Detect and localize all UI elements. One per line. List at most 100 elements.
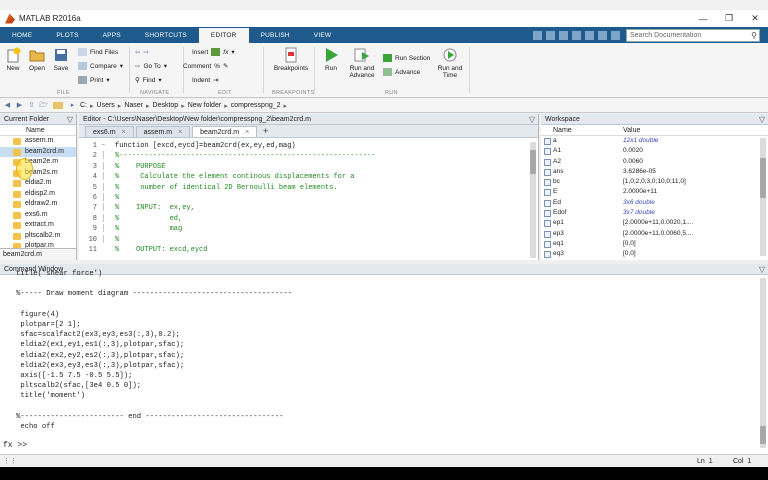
fold-gutter-icon[interactable]: │ xyxy=(101,215,111,223)
find-files-button[interactable]: Find Files xyxy=(78,48,118,56)
code-line[interactable]: % OUTPUT: excd,eycd xyxy=(115,246,207,254)
editor-scrollbar[interactable] xyxy=(530,142,536,258)
file-item[interactable]: extract.m xyxy=(0,220,76,231)
current-folder-col-name[interactable]: Name xyxy=(0,125,76,136)
breadcrumb-item[interactable]: Users xyxy=(97,102,115,109)
workspace-row[interactable]: ep1 [2.0000e+11,0.0020,1.... xyxy=(541,218,768,228)
breakpoints-button[interactable]: Breakpoints xyxy=(271,47,311,72)
close-icon[interactable]: ✕ xyxy=(742,13,768,24)
code-line[interactable]: % Calculate the element continous displa… xyxy=(115,173,354,181)
workspace-col-value[interactable]: Value xyxy=(623,125,640,136)
file-item[interactable]: pltscalb2.m xyxy=(0,231,76,242)
command-prompt[interactable]: fx >> xyxy=(3,441,27,450)
cut-icon[interactable] xyxy=(546,30,555,40)
copy-icon[interactable] xyxy=(559,30,568,40)
fold-gutter-icon[interactable]: │ xyxy=(101,194,111,202)
panel-menu-icon[interactable]: ▽ xyxy=(529,114,535,125)
browse-folder-icon[interactable]: 🗁 xyxy=(39,101,48,110)
editor-tab-exs6[interactable]: exs6.m × xyxy=(85,126,134,137)
code-line[interactable]: % PURPOSE xyxy=(115,163,165,171)
panel-menu-icon[interactable]: ▽ xyxy=(67,114,73,125)
up-folder-icon[interactable]: ⇧ xyxy=(27,101,36,110)
file-item[interactable]: beam2e.m xyxy=(0,157,76,168)
panel-menu-icon[interactable]: ▽ xyxy=(759,114,765,125)
file-item[interactable]: eldisp2.m xyxy=(0,189,76,200)
search-documentation-input[interactable]: Search Documentation ⚲ xyxy=(626,29,760,42)
new-tab-icon[interactable]: + xyxy=(259,126,272,137)
fold-gutter-icon[interactable]: │ xyxy=(101,236,111,244)
breadcrumb-item[interactable]: Naser xyxy=(124,102,143,109)
search-icon[interactable]: ⚲ xyxy=(751,30,757,41)
file-item[interactable]: assem.m xyxy=(0,136,76,147)
indent-button[interactable]: Indent ⇥ xyxy=(192,76,219,85)
comment-button[interactable]: Comment% ✎ xyxy=(183,62,228,71)
minimize-icon[interactable]: — xyxy=(690,14,716,24)
tab-view[interactable]: VIEW xyxy=(302,28,343,43)
file-item[interactable]: beam2crd.m xyxy=(0,146,76,157)
file-item[interactable]: eldia2.m xyxy=(0,178,76,189)
panel-menu-icon[interactable]: ▽ xyxy=(759,264,765,275)
workspace-row[interactable]: A1 0.0020 xyxy=(541,146,768,156)
workspace-row[interactable]: eq3 [0,0] xyxy=(541,249,768,259)
code-area[interactable]: 1− function [excd,eycd]=beam2crd(ex,ey,ed… xyxy=(79,140,538,260)
workspace-row[interactable]: bc [1,0;2,0;3,0;10,0;11,0] xyxy=(541,177,768,187)
workspace-row[interactable]: eq1 [0,0] xyxy=(541,239,768,249)
workspace-scrollbar[interactable] xyxy=(760,138,766,256)
editor-tab-assem[interactable]: assem.m × xyxy=(135,126,191,137)
editor-tab-beam2crd[interactable]: beam2crd.m × xyxy=(192,126,258,137)
fold-gutter-icon[interactable]: │ xyxy=(101,173,111,181)
code-line[interactable]: % INPUT: ex,ey, xyxy=(115,204,195,212)
redo-icon[interactable] xyxy=(598,30,607,40)
run-section-button[interactable]: Run Section xyxy=(383,54,430,62)
code-line[interactable]: % xyxy=(115,236,119,244)
forward-icon[interactable]: ▶ xyxy=(15,101,24,110)
code-line[interactable]: % mag xyxy=(115,225,182,233)
command-scrollbar[interactable] xyxy=(760,278,766,448)
tab-home[interactable]: HOME xyxy=(0,28,44,43)
workspace-col-name[interactable]: Name xyxy=(553,125,572,136)
code-line[interactable]: % ed, xyxy=(115,215,182,223)
tab-shortcuts[interactable]: SHORTCUTS xyxy=(133,28,199,43)
help-icon[interactable] xyxy=(611,30,620,40)
tab-publish[interactable]: PUBLISH xyxy=(249,28,302,43)
workspace-row[interactable]: a 12x1 double xyxy=(541,136,768,146)
advance-button[interactable]: Advance xyxy=(383,68,420,76)
code-line[interactable]: function [excd,eycd]=beam2crd(ex,ey,ed,m… xyxy=(115,142,296,150)
breadcrumb-item[interactable]: New folder xyxy=(188,102,221,109)
open-button[interactable]: Open xyxy=(27,47,47,72)
run-and-advance-button[interactable]: Run and Advance xyxy=(346,47,378,79)
workspace-row[interactable]: Edof 3x7 double xyxy=(541,208,768,218)
maximize-icon[interactable]: ❐ xyxy=(716,13,742,24)
code-line[interactable]: % xyxy=(115,194,119,202)
workspace-row[interactable]: ans 3.6286e-05 xyxy=(541,167,768,177)
nav-arrows[interactable]: ⇦ ⇨ xyxy=(135,48,149,56)
breadcrumb-item[interactable]: Desktop xyxy=(153,102,179,109)
goto-button[interactable]: ⇨ Go To ▾ xyxy=(135,62,167,71)
workspace-row[interactable]: E 2.0000e+11 xyxy=(541,187,768,197)
fold-gutter-icon[interactable]: │ xyxy=(101,204,111,212)
tab-apps[interactable]: APPS xyxy=(91,28,133,43)
paste-icon[interactable] xyxy=(572,30,581,40)
tab-plots[interactable]: PLOTS xyxy=(44,28,90,43)
print-button[interactable]: Print ▾ xyxy=(78,76,110,84)
fold-gutter-icon[interactable]: − xyxy=(101,142,111,150)
back-icon[interactable]: ◀ xyxy=(3,101,12,110)
tab-editor[interactable]: EDITOR xyxy=(198,28,249,43)
insert-button[interactable]: Insert fx ▾ xyxy=(192,48,235,56)
fold-gutter-icon[interactable]: │ xyxy=(101,225,111,233)
workspace-row[interactable]: ep3 [2.0000e+11,0.0060,5.... xyxy=(541,229,768,239)
save-button[interactable]: Save xyxy=(51,47,71,72)
save-icon[interactable] xyxy=(533,30,542,40)
breadcrumb-item[interactable]: compresspng_2 xyxy=(231,102,281,109)
run-button[interactable]: Run xyxy=(320,47,342,72)
breadcrumb-item[interactable]: C: xyxy=(80,102,87,109)
find-button[interactable]: ⚲ Find ▾ xyxy=(135,76,162,85)
code-line[interactable]: % number of identical 2D Bernoulli beam … xyxy=(115,184,338,192)
fold-gutter-icon[interactable]: │ xyxy=(101,184,111,192)
undo-icon[interactable] xyxy=(585,30,594,40)
file-item[interactable]: beam2s.m xyxy=(0,168,76,179)
fold-gutter-icon[interactable]: │ xyxy=(101,152,111,160)
workspace-row[interactable]: Ed 3x6 double xyxy=(541,198,768,208)
compare-button[interactable]: Compare ▾ xyxy=(78,62,123,70)
run-and-time-button[interactable]: Run and Time xyxy=(434,47,466,79)
